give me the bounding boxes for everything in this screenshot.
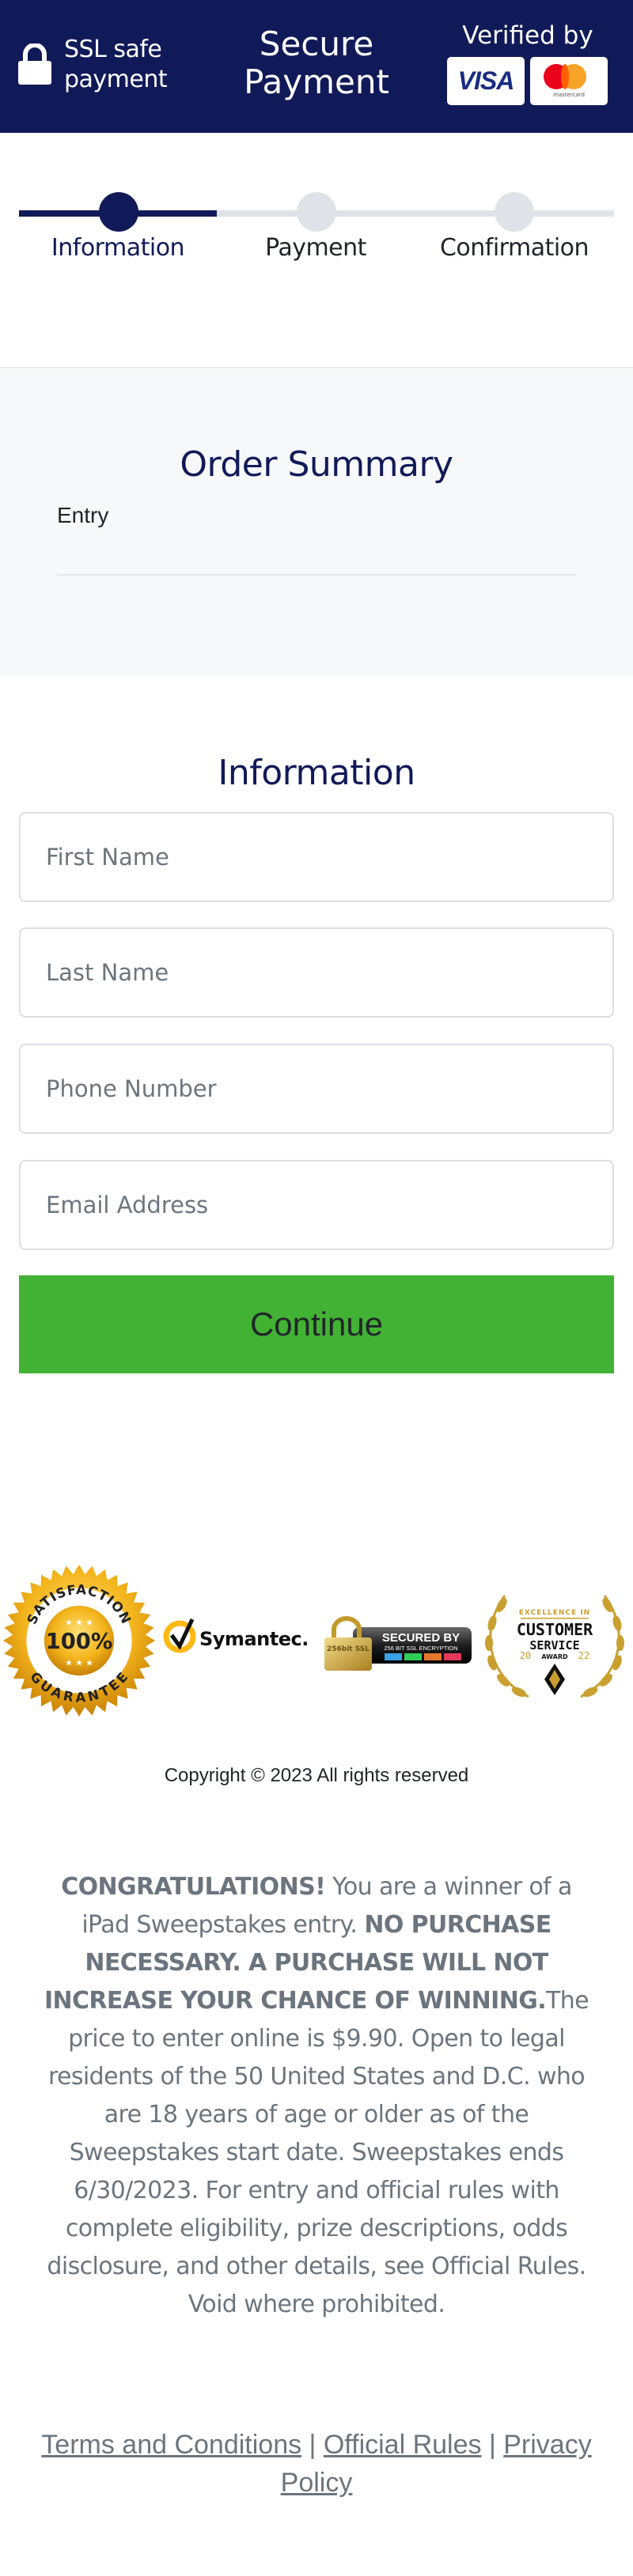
order-summary-title: Order Summary: [180, 444, 453, 485]
mastercard-overlap: [561, 64, 569, 89]
ssl-encryption-badge: 256bit SSL SECURED BY 256 BIT SSL ENCRYP…: [324, 1616, 472, 1671]
step-label-information: Information: [51, 234, 185, 262]
ssl-card-pink: [444, 1653, 461, 1660]
award-main-text: CUSTOMER: [517, 1620, 593, 1639]
last-name-input[interactable]: [19, 927, 614, 1018]
ssl-secured-by: SECURED BY: [382, 1631, 460, 1645]
ssl-encryption-text: 256 BIT SSL ENCRYPTION: [384, 1645, 457, 1652]
terms-and-conditions-link[interactable]: Terms and Conditions: [41, 2430, 301, 2460]
seal-stars-top: ★ ★ ★: [65, 1617, 93, 1627]
secure-header: SSL safe payment Secure Payment Verified…: [0, 0, 633, 133]
sweepstakes-disclaimer: CONGRATULATIONS! You are a winner of a i…: [40, 1868, 593, 2324]
mastercard-wordmark: mastercard: [553, 92, 585, 98]
ssl-lock-label: 256bit SSL: [327, 1645, 370, 1653]
lock-icon: [18, 43, 51, 85]
official-rules-link[interactable]: Official Rules: [324, 2430, 482, 2460]
customer-service-award-badge: EXCELLENCE IN CUSTOMER SERVICE AWARD 20 …: [485, 1595, 624, 1698]
order-item-entry: Entry: [57, 503, 109, 527]
stepper-track-remaining: [217, 210, 614, 217]
copyright-text: Copyright © 2023 All rights reserved: [164, 1765, 469, 1786]
step-label-confirmation: Confirmation: [439, 234, 589, 262]
step-dot-confirmation: [495, 192, 534, 232]
ssl-line-1: SSL safe: [64, 36, 162, 63]
secure-payment-title: Secure Payment: [214, 25, 419, 101]
seal-stars-bottom: ★ ★ ★: [65, 1657, 93, 1668]
email-address-input[interactable]: [19, 1160, 614, 1250]
disclaimer-congrats: CONGRATULATIONS!: [61, 1873, 326, 1901]
secure-line-2: Payment: [244, 62, 389, 101]
continue-button[interactable]: Continue: [19, 1275, 614, 1373]
first-name-input[interactable]: [19, 812, 614, 902]
step-label-payment: Payment: [265, 234, 366, 262]
mastercard-logo: mastercard: [530, 57, 608, 105]
award-award-text: AWARD: [541, 1653, 568, 1660]
seal-center-text: 100%: [46, 1630, 113, 1654]
symantec-wordmark: Symantec.: [199, 1628, 309, 1650]
checkout-stepper: Information Payment Confirmation: [0, 133, 633, 368]
ssl-line-2: payment: [64, 66, 168, 93]
step-dot-payment: [297, 192, 336, 232]
information-form-title: Information: [218, 753, 415, 793]
visa-wordmark: VISA: [457, 66, 515, 95]
award-sub-text: SERVICE: [529, 1638, 579, 1652]
award-year-left: 20: [520, 1650, 531, 1661]
footer-links: Terms and Conditions | Official Rules | …: [40, 2426, 593, 2502]
ssl-safe-label: SSL safe payment: [64, 35, 168, 95]
order-summary: Order Summary Entry: [0, 370, 633, 677]
award-year-right: 22: [578, 1650, 589, 1661]
trust-badges: SATISFACTION GUARANTEE 100% ★ ★ ★ ★ ★ ★ …: [0, 1558, 633, 1724]
ssl-card-blue: [385, 1653, 402, 1660]
visa-logo: VISA: [447, 57, 525, 105]
ssl-card-orange: [424, 1653, 442, 1660]
summary-divider: [57, 574, 576, 576]
disclaimer-text-2: The price to enter online is $9.90. Open…: [47, 1987, 589, 2318]
symantec-badge: Symantec.: [163, 1618, 309, 1653]
secure-line-1: Secure: [259, 25, 374, 63]
award-top-text: EXCELLENCE IN: [519, 1609, 590, 1617]
footer-separator: |: [481, 2430, 504, 2460]
ssl-card-green: [404, 1653, 422, 1660]
step-dot-information: [99, 192, 138, 232]
phone-number-input[interactable]: [19, 1044, 614, 1134]
footer-separator: |: [301, 2430, 324, 2460]
verified-by-label: Verified by: [462, 21, 593, 50]
satisfaction-guarantee-badge: SATISFACTION GUARANTEE 100% ★ ★ ★ ★ ★ ★: [2, 1564, 156, 1717]
